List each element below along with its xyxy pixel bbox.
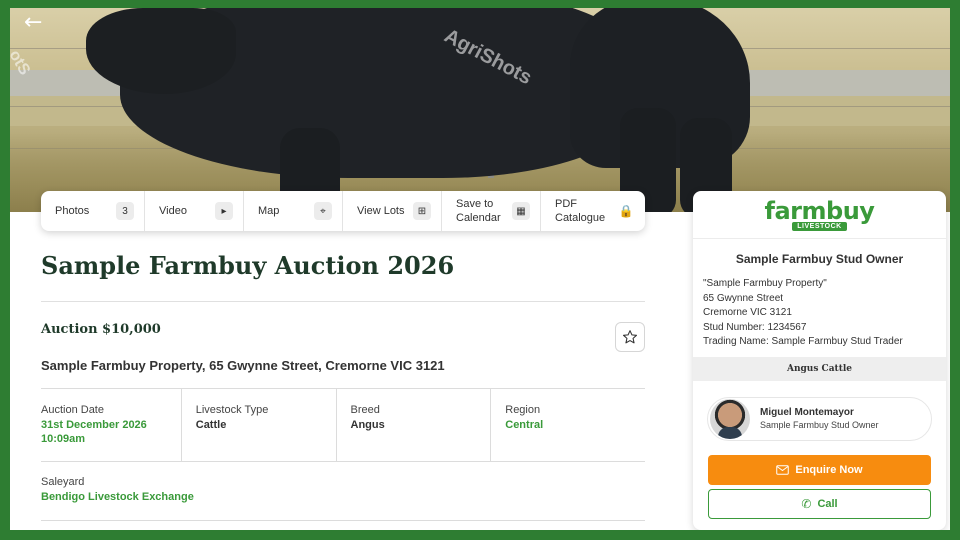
lots-icon: ⊞ <box>413 202 431 220</box>
call-button[interactable]: ✆ Call <box>708 488 931 519</box>
property-address: Sample Farmbuy Property, 65 Gwynne Stree… <box>41 358 445 373</box>
toolbar-view-lots[interactable]: View Lots ⊞ <box>343 191 442 231</box>
hero-photo[interactable]: AgriShots otS ← <box>10 8 950 212</box>
toolbar-save-calendar[interactable]: Save to Calendar ▦ <box>442 191 541 231</box>
divider <box>41 301 645 302</box>
owner-details: "Sample Farmbuy Property" 65 Gwynne Stre… <box>703 277 946 350</box>
saleyard-label: Saleyard <box>41 476 85 488</box>
detail-label: Breed <box>350 404 380 416</box>
detail-region: Region Central <box>491 389 645 461</box>
auction-price: Auction $10,000 <box>41 322 161 337</box>
detail-label: Region <box>505 404 541 416</box>
detail-saleyard: Saleyard Bendigo Livestock Exchange <box>41 476 194 504</box>
page-title: Sample Farmbuy Auction 2026 <box>41 251 455 280</box>
owner-trading-name: Trading Name: Sample Farmbuy Stud Trader <box>703 336 903 348</box>
star-icon <box>623 330 637 344</box>
phone-icon: ✆ <box>801 496 812 511</box>
logo-wordmark: farmbuy <box>764 196 875 225</box>
owner-stud-number: Stud Number: 1234567 <box>703 321 807 333</box>
toolbar-pdf-catalogue[interactable]: PDF Catalogue 🔒 <box>541 191 645 231</box>
logo-subtitle: LIVESTOCK <box>792 221 847 231</box>
toolbar-view-lots-label: View Lots <box>357 205 405 217</box>
calendar-icon: ▦ <box>512 202 530 220</box>
play-icon: ▸ <box>215 202 233 220</box>
enquire-now-label: Enquire Now <box>795 463 863 476</box>
detail-value: Angus <box>350 419 385 431</box>
detail-label: Livestock Type <box>195 404 269 416</box>
farmbuy-logo: farmbuy LIVESTOCK <box>693 191 946 239</box>
detail-value: 31st December 2026 10:09am <box>41 419 147 445</box>
lock-icon: 🔒 <box>618 204 634 218</box>
favourite-button[interactable] <box>615 322 645 352</box>
toolbar-map-label: Map <box>258 205 280 217</box>
divider <box>41 520 645 521</box>
toolbar-save-calendar-label: Save to Calendar <box>456 198 501 224</box>
toolbar-video-label: Video <box>159 205 187 217</box>
detail-value: Cattle <box>195 419 227 431</box>
toolbar-photos-label: Photos <box>55 205 90 217</box>
detail-livestock-type: Livestock Type Cattle <box>182 389 337 461</box>
owner-title: Sample Farmbuy Stud Owner <box>735 252 904 266</box>
detail-breed: Breed Angus <box>337 389 492 461</box>
details-grid: Auction Date 31st December 2026 10:09am … <box>41 388 645 462</box>
breed-bar: Angus Cattle <box>693 356 946 381</box>
call-label: Call <box>817 497 838 510</box>
avatar <box>710 398 750 439</box>
owner-street: 65 Gwynne Street <box>703 292 784 304</box>
agent-role: Sample Farmbuy Stud Owner <box>760 420 879 431</box>
toolbar-video[interactable]: Video ▸ <box>145 191 244 231</box>
detail-value: Central <box>505 419 544 431</box>
mail-icon <box>776 465 790 475</box>
enquire-now-button[interactable]: Enquire Now <box>708 454 931 485</box>
toolbar-pdf-catalogue-label: PDF Catalogue <box>555 198 606 224</box>
detail-auction-date: Auction Date 31st December 2026 10:09am <box>41 389 182 461</box>
detail-label: Auction Date <box>41 404 104 416</box>
map-pin-icon: ⌖ <box>314 202 332 220</box>
app-frame: AgriShots otS ← Photos 3 Video ▸ Map ⌖ V… <box>10 8 950 530</box>
agent-name: Miguel Montemayor <box>760 407 854 419</box>
toolbar-map[interactable]: Map ⌖ <box>244 191 343 231</box>
toolbar-photos[interactable]: Photos 3 <box>41 191 145 231</box>
photos-count-badge: 3 <box>116 202 134 220</box>
media-toolbar: Photos 3 Video ▸ Map ⌖ View Lots ⊞ Save … <box>41 191 645 231</box>
saleyard-value: Bendigo Livestock Exchange <box>41 491 194 503</box>
back-arrow-icon[interactable]: ← <box>24 10 42 35</box>
owner-suburb: Cremorne VIC 3121 <box>703 307 792 319</box>
agent-card[interactable]: Miguel Montemayor Sample Farmbuy Stud Ow… <box>707 396 932 441</box>
seller-panel: farmbuy LIVESTOCK Sample Farmbuy Stud Ow… <box>693 191 946 530</box>
owner-property: "Sample Farmbuy Property" <box>703 278 827 289</box>
